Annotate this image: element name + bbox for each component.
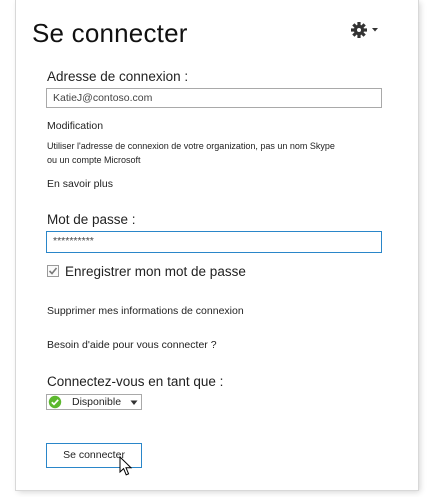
save-password-label: Enregistrer mon mot de passe	[65, 264, 246, 279]
save-password-checkbox[interactable]	[47, 265, 59, 277]
chevron-down-icon	[372, 28, 378, 32]
mouse-cursor-icon	[119, 456, 133, 476]
modification-heading: Modification	[47, 120, 104, 132]
gear-icon	[351, 22, 378, 38]
password-input[interactable]: **********	[46, 231, 382, 253]
learn-more-link[interactable]: En savoir plus	[47, 178, 113, 190]
chevron-down-icon	[130, 400, 138, 405]
modification-help-line1: Utiliser l'adresse de connexion de votre…	[47, 141, 335, 151]
settings-menu-button[interactable]	[349, 20, 383, 40]
available-status-icon	[48, 395, 62, 409]
signin-address-input[interactable]: KatieJ@contoso.com	[46, 88, 382, 108]
modification-help-line2: ou un compte Microsoft	[47, 155, 141, 165]
status-label: Connectez-vous en tant que :	[47, 374, 224, 389]
signin-address-label: Adresse de connexion :	[47, 69, 189, 84]
checkmark-icon	[48, 267, 58, 275]
delete-signin-info-link[interactable]: Supprimer mes informations de connexion	[47, 305, 244, 317]
page-title: Se connecter	[32, 18, 188, 48]
status-selected-value: Disponible	[72, 396, 122, 408]
password-label: Mot de passe :	[47, 212, 136, 227]
signin-help-link[interactable]: Besoin d'aide pour vous connecter ?	[47, 339, 217, 351]
status-dropdown[interactable]: Disponible	[46, 394, 142, 410]
